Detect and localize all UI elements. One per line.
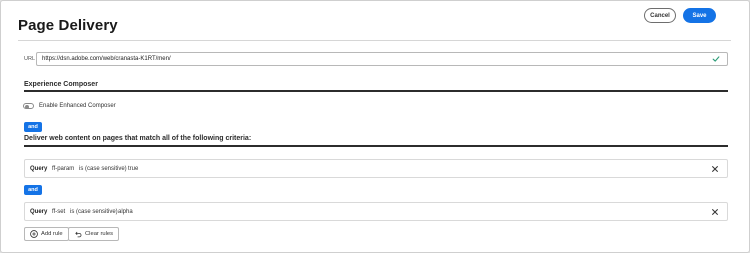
- url-input[interactable]: https://dsn.adobe.com/web/cranasta-K1RT/…: [36, 52, 728, 66]
- check-icon: [712, 56, 720, 62]
- url-value: https://dsn.adobe.com/web/cranasta-K1RT/…: [42, 56, 171, 62]
- enhanced-composer-toggle[interactable]: [23, 103, 34, 109]
- clear-rules-label: Clear rules: [85, 231, 114, 237]
- add-rule-label: Add rule: [41, 231, 63, 237]
- rule-value: alpha: [118, 209, 133, 215]
- rule-row: Query ff-set is (case sensitive) alpha: [24, 202, 728, 221]
- close-icon[interactable]: [711, 165, 719, 173]
- rule-operator: is (case sensitive): [79, 166, 127, 172]
- and-badge: and: [24, 185, 42, 195]
- rule-value: true: [128, 166, 139, 172]
- criteria-title: Deliver web content on pages that match …: [24, 135, 252, 142]
- section-divider: [24, 90, 728, 92]
- rule-param: ff-set: [52, 209, 66, 215]
- undo-icon: [75, 231, 82, 238]
- experience-composer-title: Experience Composer: [24, 81, 98, 88]
- page-delivery-panel: Page Delivery Cancel Save URL https://ds…: [0, 0, 750, 253]
- section-divider: [24, 145, 728, 147]
- page-title: Page Delivery: [18, 17, 118, 34]
- header: Page Delivery: [18, 11, 731, 41]
- add-rule-button[interactable]: Add rule: [24, 227, 69, 241]
- rule-row: Query ff-param is (case sensitive) true: [24, 159, 728, 178]
- rule-param: ff-param: [52, 166, 75, 172]
- enhanced-composer-label: Enable Enhanced Composer: [39, 103, 116, 109]
- url-label: URL: [24, 56, 36, 62]
- save-button[interactable]: Save: [683, 8, 716, 23]
- close-icon[interactable]: [711, 208, 719, 216]
- cancel-button[interactable]: Cancel: [644, 8, 676, 23]
- clear-rules-button[interactable]: Clear rules: [68, 227, 120, 241]
- rule-type: Query: [30, 166, 48, 172]
- rule-operator: is (case sensitive): [70, 209, 118, 215]
- add-circle-icon: [30, 230, 38, 238]
- rule-type: Query: [30, 209, 48, 215]
- toggle-knob: [24, 104, 29, 109]
- and-badge: and: [24, 122, 42, 132]
